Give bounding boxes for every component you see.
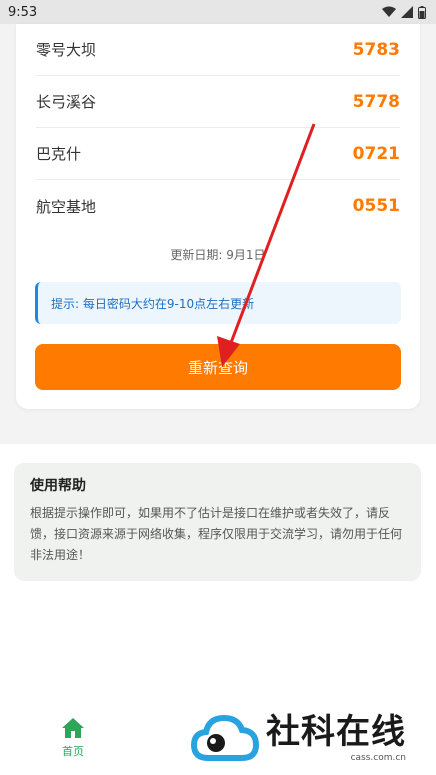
map-code: 0551 <box>352 196 400 216</box>
code-card: 零号大坝 5783 长弓溪谷 5778 巴克什 0721 航空基地 0551 更… <box>16 24 420 409</box>
help-card: 使用帮助 根据提示操作即可，如果用不了估计是接口在维护或者失效了，请反馈，接口资… <box>14 463 421 581</box>
map-name: 零号大坝 <box>36 41 97 59</box>
map-code: 0721 <box>352 143 400 164</box>
status-bar: 9:53 <box>0 0 436 24</box>
update-date: 更新日期: 9月1日 <box>170 248 266 262</box>
home-icon <box>62 718 84 738</box>
nav-home-tab[interactable]: 首页 <box>48 717 98 767</box>
nav-home-label: 首页 <box>62 745 84 758</box>
top-area: 零号大坝 5783 长弓溪谷 5778 巴克什 0721 航空基地 0551 更… <box>0 24 436 444</box>
status-time: 9:53 <box>8 4 38 20</box>
battery-icon <box>418 5 426 19</box>
code-row: 巴克什 0721 <box>36 128 400 180</box>
watermark: 社科在线 cass.com.cn <box>190 706 430 770</box>
code-row: 零号大坝 5783 <box>36 24 400 76</box>
status-icons <box>382 5 426 19</box>
tip-text: 提示: 每日密码大约在9-10点左右更新 <box>51 296 255 311</box>
watermark-subtitle: cass.com.cn <box>350 753 406 763</box>
map-code: 5778 <box>352 91 400 112</box>
cloud-logo-icon <box>190 714 260 761</box>
help-text: 根据提示操作即可，如果用不了估计是接口在维护或者失效了，请反馈，接口资源来源于网… <box>30 506 403 562</box>
signal-icon <box>401 6 413 18</box>
wifi-icon <box>382 6 396 17</box>
map-code: 5783 <box>352 39 400 60</box>
map-name: 巴克什 <box>36 145 82 163</box>
tip-box: 提示: 每日密码大约在9-10点左右更新 <box>35 282 401 324</box>
code-row: 航空基地 0551 <box>36 180 400 232</box>
map-name: 长弓溪谷 <box>36 93 97 111</box>
requery-button[interactable]: 重新查询 <box>35 344 401 390</box>
lower-area: 使用帮助 根据提示操作即可，如果用不了估计是接口在维护或者失效了，请反馈，接口资… <box>0 444 436 699</box>
watermark-title: 社科在线 <box>266 712 406 752</box>
code-row: 长弓溪谷 5778 <box>36 76 400 128</box>
map-name: 航空基地 <box>36 197 97 216</box>
help-title: 使用帮助 <box>30 478 86 494</box>
